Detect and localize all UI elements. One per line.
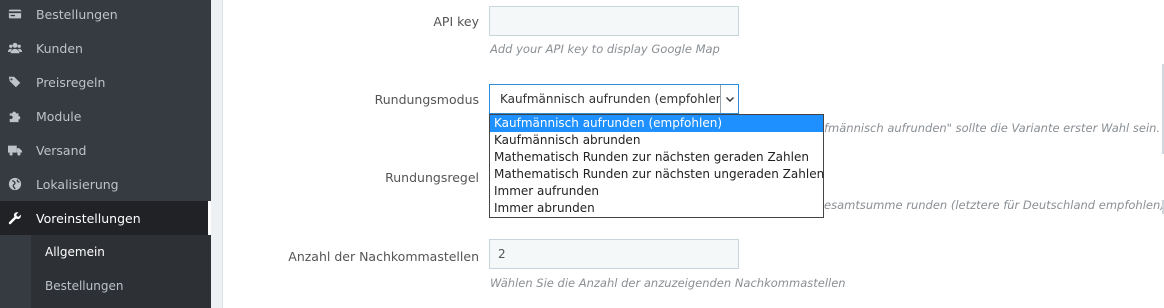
globe-icon xyxy=(8,177,22,191)
api-key-label: API key xyxy=(433,14,479,29)
decimals-help: Wählen Sie die Anzahl der anzuzeigenden … xyxy=(490,276,846,290)
decimals-value: 2 xyxy=(498,247,506,261)
decimals-input[interactable]: 2 xyxy=(489,239,739,269)
sidebar-item-label: Voreinstellungen xyxy=(36,210,141,226)
sidebar-item-label: Preisregeln xyxy=(36,74,106,90)
sidebar-item-label: Module xyxy=(36,108,82,124)
rounding-mode-selected: Kaufmännisch aufrunden (empfohlen) xyxy=(500,92,720,106)
rounding-rule-label: Rundungsregel xyxy=(385,170,479,185)
credit-card-icon xyxy=(8,7,22,21)
chevron-down-icon[interactable] xyxy=(720,85,738,113)
rounding-mode-select[interactable]: Kaufmännisch aufrunden (empfohlen) xyxy=(489,84,739,114)
tags-icon xyxy=(8,75,22,89)
rounding-mode-label: Rundungsmodus xyxy=(374,92,479,107)
rounding-rule-help: esamtsumme runden (letztere für Deutschl… xyxy=(824,198,1164,212)
wrench-icon xyxy=(8,211,22,225)
sidebar-item-shipping[interactable]: Versand xyxy=(0,133,211,167)
sidebar-item-label: Lokalisierung xyxy=(36,176,119,192)
sidebar-item-price-rules[interactable]: Preisregeln xyxy=(0,65,211,99)
submenu-item-label: Bestellungen xyxy=(45,279,124,293)
truck-icon xyxy=(8,143,22,157)
users-icon xyxy=(8,41,22,55)
rounding-mode-options: Kaufmännisch aufrunden (empfohlen) Kaufm… xyxy=(489,114,824,218)
option-always-round-up[interactable]: Immer aufrunden xyxy=(490,183,823,200)
option-round-half-even[interactable]: Mathematisch Runden zur nächsten geraden… xyxy=(490,149,823,166)
rounding-mode-help: fmännisch aufrunden" sollte die Variante… xyxy=(824,121,1161,135)
api-key-input[interactable] xyxy=(489,6,739,36)
sidebar-item-label: Bestellungen xyxy=(36,6,118,22)
api-key-help: Add your API key to display Google Map xyxy=(490,42,720,56)
option-always-round-down[interactable]: Immer abrunden xyxy=(490,200,823,217)
sidebar-item-label: Kunden xyxy=(36,40,83,56)
sidebar-item-modules[interactable]: Module xyxy=(0,99,211,133)
submenu-item-general[interactable]: Allgemein xyxy=(31,235,211,269)
puzzle-icon xyxy=(8,109,22,123)
submenu-item-label: Allgemein xyxy=(45,245,105,259)
sidebar-item-localization[interactable]: Lokalisierung xyxy=(0,167,211,201)
decimals-label: Anzahl der Nachkommastellen xyxy=(288,249,479,264)
option-round-half-odd[interactable]: Mathematisch Runden zur nächsten ungerad… xyxy=(490,166,824,183)
option-commercial-round-up[interactable]: Kaufmännisch aufrunden (empfohlen) xyxy=(490,115,823,132)
sidebar-item-label: Versand xyxy=(36,142,87,158)
sidebar: Bestellungen Kunden Preisregeln Module V… xyxy=(0,0,211,308)
sidebar-item-preferences[interactable]: Voreinstellungen xyxy=(0,201,211,235)
submenu-item-orders[interactable]: Bestellungen xyxy=(31,269,211,303)
sidebar-item-orders[interactable]: Bestellungen xyxy=(0,0,211,31)
sidebar-item-customers[interactable]: Kunden xyxy=(0,31,211,65)
option-commercial-round-down[interactable]: Kaufmännisch abrunden xyxy=(490,132,823,149)
